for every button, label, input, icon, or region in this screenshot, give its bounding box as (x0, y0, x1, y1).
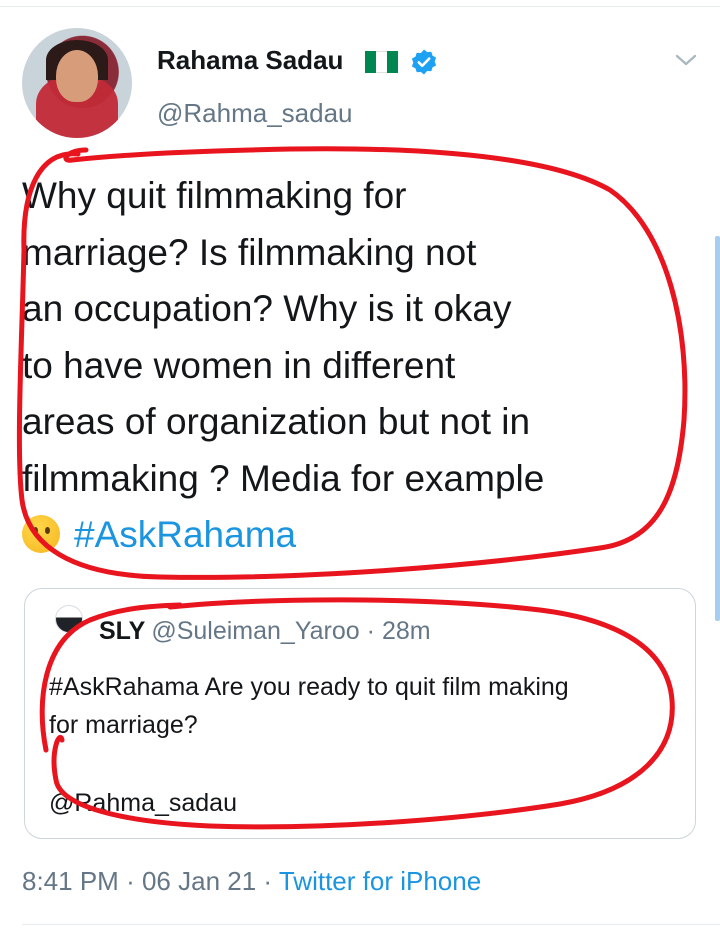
quoted-mention: @Rahma_sadau (49, 789, 237, 817)
thinking-face-icon (22, 515, 60, 553)
bottom-divider (22, 924, 720, 925)
quoted-author-name: SLY (99, 617, 146, 645)
scrollbar[interactable] (715, 236, 720, 621)
avatar-face (56, 50, 98, 102)
quoted-author-avatar (55, 605, 83, 633)
tweet-meta: 8:41 PM · 06 Jan 21 · Twitter for iPhone (22, 866, 481, 897)
quoted-time: 28m (381, 617, 431, 645)
tweet-line: filmmaking ? Media for example (22, 457, 545, 499)
tweet-line: Why quit filmmaking for (22, 175, 407, 216)
author-avatar[interactable] (22, 28, 132, 138)
quoted-tweet-header: SLY @Suleiman_Yaroo · 28m (99, 617, 431, 646)
tweet-line: areas of organization but not in (22, 401, 531, 442)
quoted-tweet-body: #AskRahama Are you ready to quit film ma… (49, 668, 689, 744)
tweet-time[interactable]: 8:41 PM (22, 866, 119, 896)
verified-badge-icon (411, 49, 437, 75)
tweet-line: marriage? Is filmmaking not (22, 231, 477, 273)
quoted-body-line: #AskRahama Are you ready to quit film ma… (49, 673, 569, 701)
top-divider (0, 6, 720, 7)
meta-separator: · (126, 866, 135, 896)
quoted-separator: · (366, 617, 375, 645)
tweet-date[interactable]: 06 Jan 21 (142, 866, 256, 896)
author-display-name[interactable]: Rahama Sadau (157, 45, 343, 76)
meta-separator: · (263, 866, 273, 896)
tweet-line-hashtag-row: #AskRahama (22, 507, 682, 564)
quoted-tweet-card[interactable]: SLY @Suleiman_Yaroo · 28m #AskRahama Are … (24, 588, 696, 839)
quoted-author-handle: @Suleiman_Yaroo (151, 617, 360, 645)
tweet-line: to have women in different (22, 344, 456, 386)
hashtag-link[interactable]: #AskRahama (74, 514, 296, 555)
tweet-line: an occupation? Why is it okay (22, 288, 512, 329)
quoted-body-line: for marriage? (49, 711, 198, 739)
tweet-source-link[interactable]: Twitter for iPhone (279, 866, 481, 896)
nigeria-flag-icon (365, 51, 398, 73)
chevron-down-icon[interactable] (674, 50, 698, 70)
tweet-text: Why quit filmmaking for marriage? Is fil… (22, 168, 682, 564)
author-handle[interactable]: @Rahma_sadau (157, 98, 353, 129)
